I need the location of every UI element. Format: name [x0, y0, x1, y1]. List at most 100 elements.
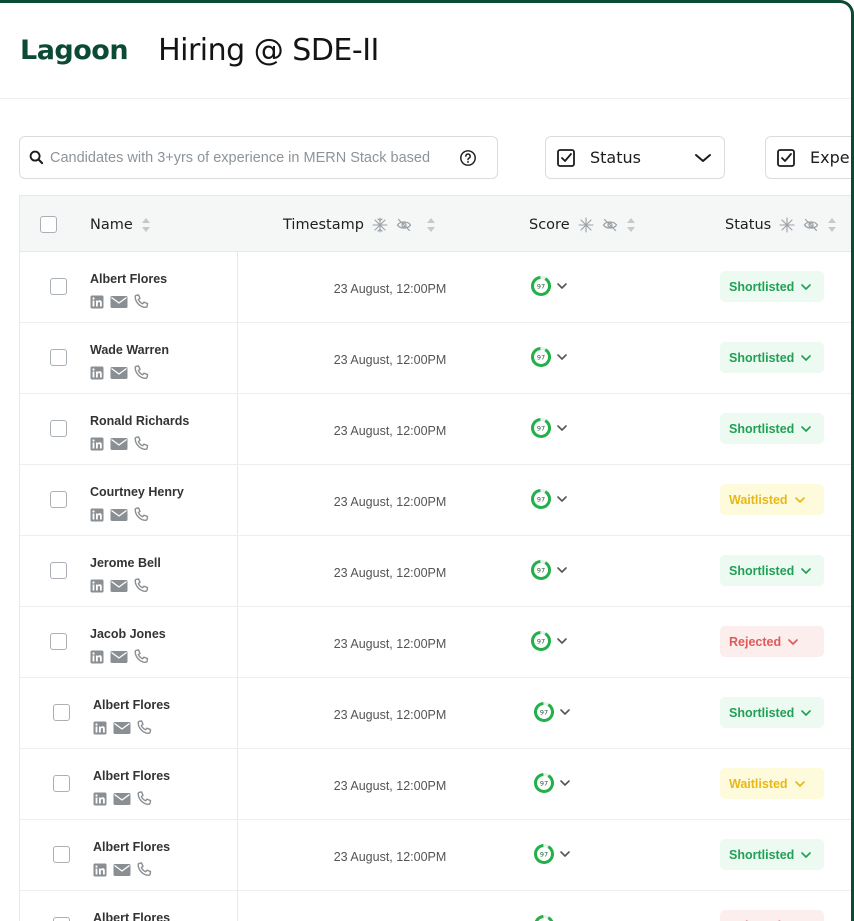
freeze-icon[interactable]: [578, 217, 594, 233]
table-row[interactable]: Jerome Bell 23 August, 12:00PM 97 Shortl…: [20, 536, 851, 607]
row-checkbox[interactable]: [53, 704, 70, 721]
table-row[interactable]: Albert Flores 23 August,: [20, 749, 851, 820]
candidate-name[interactable]: Albert Flores: [93, 840, 170, 854]
table-row[interactable]: Jacob Jones 23 August, 12:00PM 97 Reject…: [20, 607, 851, 678]
linkedin-icon[interactable]: [90, 366, 104, 380]
table-row[interactable]: Albert Flores 23 August,: [20, 252, 851, 323]
column-timestamp[interactable]: Timestamp: [283, 216, 436, 234]
chevron-down-icon[interactable]: [556, 281, 568, 291]
table-row[interactable]: Ronald Richards 23 August, 12:00PM 97 Sh…: [20, 394, 851, 465]
linkedin-icon[interactable]: [90, 579, 104, 593]
score-cell[interactable]: 97: [530, 630, 568, 652]
mail-icon[interactable]: [113, 863, 131, 877]
column-name[interactable]: Name: [90, 216, 151, 234]
phone-icon[interactable]: [137, 791, 152, 806]
candidate-name[interactable]: Albert Flores: [93, 769, 170, 783]
candidate-name[interactable]: Albert Flores: [90, 272, 167, 286]
chevron-down-icon[interactable]: [556, 494, 568, 504]
mail-icon[interactable]: [110, 295, 128, 309]
candidate-name[interactable]: Ronald Richards: [90, 414, 189, 428]
sort-icon[interactable]: [626, 216, 636, 234]
phone-icon[interactable]: [134, 294, 149, 309]
linkedin-icon[interactable]: [93, 721, 107, 735]
candidate-name[interactable]: Courtney Henry: [90, 485, 184, 499]
phone-icon[interactable]: [137, 862, 152, 877]
mail-icon[interactable]: [110, 579, 128, 593]
row-checkbox[interactable]: [50, 562, 67, 579]
score-cell[interactable]: 97: [533, 772, 571, 794]
candidate-name[interactable]: Albert Flores: [93, 698, 170, 712]
linkedin-icon[interactable]: [90, 295, 104, 309]
status-badge[interactable]: Shortlisted: [720, 839, 824, 870]
chevron-down-icon[interactable]: [556, 423, 568, 433]
chevron-down-icon[interactable]: [559, 707, 571, 717]
phone-icon[interactable]: [134, 507, 149, 522]
experience-filter[interactable]: Expe: [765, 136, 851, 179]
sort-icon[interactable]: [827, 216, 837, 234]
mail-icon[interactable]: [110, 437, 128, 451]
table-row[interactable]: Wade Warren 23 August, 12:00PM 97 Shortl…: [20, 323, 851, 394]
row-checkbox[interactable]: [50, 420, 67, 437]
status-badge[interactable]: Waitlisted: [720, 484, 824, 515]
linkedin-icon[interactable]: [90, 508, 104, 522]
linkedin-icon[interactable]: [90, 650, 104, 664]
candidate-name[interactable]: Jerome Bell: [90, 556, 161, 570]
row-checkbox[interactable]: [53, 917, 70, 921]
score-cell[interactable]: 97: [533, 701, 571, 723]
hide-icon[interactable]: [602, 217, 618, 233]
chevron-down-icon[interactable]: [556, 565, 568, 575]
candidate-name[interactable]: Albert Flores: [93, 911, 170, 921]
status-badge[interactable]: Shortlisted: [720, 413, 824, 444]
mail-icon[interactable]: [110, 508, 128, 522]
phone-icon[interactable]: [134, 365, 149, 380]
row-checkbox[interactable]: [50, 278, 67, 295]
chevron-down-icon[interactable]: [559, 849, 571, 859]
mail-icon[interactable]: [113, 792, 131, 806]
linkedin-icon[interactable]: [90, 437, 104, 451]
hide-icon[interactable]: [396, 217, 412, 233]
score-cell[interactable]: 97: [533, 843, 571, 865]
row-checkbox[interactable]: [50, 491, 67, 508]
score-cell[interactable]: 97: [530, 275, 568, 297]
status-badge[interactable]: Shortlisted: [720, 555, 824, 586]
score-cell[interactable]: 97: [530, 488, 568, 510]
sort-icon[interactable]: [141, 216, 151, 234]
linkedin-icon[interactable]: [93, 792, 107, 806]
status-badge[interactable]: Waitlisted: [720, 768, 824, 799]
mail-icon[interactable]: [113, 721, 131, 735]
table-row[interactable]: Albert Flores 23 August,: [20, 891, 851, 921]
sort-icon[interactable]: [426, 216, 436, 234]
table-row[interactable]: Albert Flores 23 August,: [20, 678, 851, 749]
score-cell[interactable]: 97: [533, 914, 571, 921]
phone-icon[interactable]: [134, 649, 149, 664]
row-checkbox[interactable]: [50, 633, 67, 650]
score-cell[interactable]: 97: [530, 417, 568, 439]
status-badge[interactable]: Shortlisted: [720, 271, 824, 302]
score-cell[interactable]: 97: [530, 346, 568, 368]
freeze-icon[interactable]: [372, 217, 388, 233]
hide-icon[interactable]: [803, 217, 819, 233]
linkedin-icon[interactable]: [93, 863, 107, 877]
table-row[interactable]: Albert Flores 23 August,: [20, 820, 851, 891]
phone-icon[interactable]: [137, 720, 152, 735]
row-checkbox[interactable]: [53, 775, 70, 792]
row-checkbox[interactable]: [50, 349, 67, 366]
mail-icon[interactable]: [110, 650, 128, 664]
status-badge[interactable]: Rejected: [720, 910, 824, 921]
status-badge[interactable]: Shortlisted: [720, 342, 824, 373]
phone-icon[interactable]: [134, 436, 149, 451]
mail-icon[interactable]: [110, 366, 128, 380]
row-checkbox[interactable]: [53, 846, 70, 863]
select-all-checkbox[interactable]: [40, 216, 57, 233]
logo[interactable]: Lagoon: [20, 35, 129, 66]
status-filter[interactable]: Status: [545, 136, 725, 179]
column-score[interactable]: Score: [529, 216, 636, 234]
candidate-name[interactable]: Wade Warren: [90, 343, 169, 357]
chevron-down-icon[interactable]: [556, 636, 568, 646]
chevron-down-icon[interactable]: [559, 778, 571, 788]
column-status[interactable]: Status: [725, 216, 837, 234]
search-input[interactable]: [50, 149, 455, 166]
status-badge[interactable]: Shortlisted: [720, 697, 824, 728]
freeze-icon[interactable]: [779, 217, 795, 233]
status-badge[interactable]: Rejected: [720, 626, 824, 657]
